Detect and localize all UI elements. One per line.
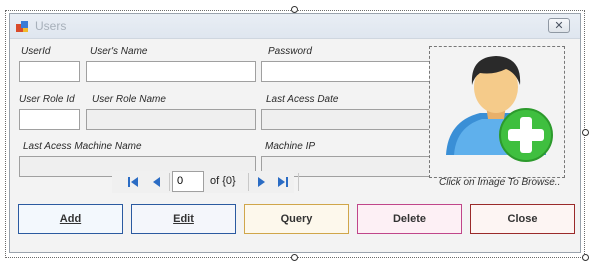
close-icon: ✕ [554, 19, 564, 32]
add-button[interactable]: Add [18, 204, 123, 234]
delete-button-label: Delete [392, 213, 427, 225]
userid-label: UserId [21, 46, 51, 57]
previous-record-icon[interactable] [149, 174, 165, 190]
record-count-label: of {0} [210, 175, 236, 187]
navigator-separator [248, 173, 249, 191]
app-icon [16, 21, 28, 32]
role-id-field[interactable] [19, 109, 80, 130]
delete-button[interactable]: Delete [357, 204, 462, 234]
navigator-separator [169, 173, 170, 191]
query-button[interactable]: Query [244, 204, 349, 234]
resize-handle-right[interactable] [582, 129, 589, 136]
add-button-label: Add [59, 213, 82, 225]
first-record-icon[interactable] [125, 174, 141, 190]
record-navigator: 0 of {0} [112, 171, 299, 193]
edit-button[interactable]: Edit [131, 204, 236, 234]
close-button[interactable]: Close [470, 204, 575, 234]
add-user-icon [446, 56, 553, 162]
query-button-label: Query [280, 213, 313, 225]
close-button-label: Close [507, 213, 538, 225]
user-name-field[interactable] [86, 61, 256, 82]
title-bar: Users ✕ [10, 14, 580, 39]
password-label: Password [268, 46, 312, 57]
userid-field[interactable] [19, 61, 80, 82]
resize-handle-top[interactable] [291, 6, 298, 13]
machine-ip-label: Machine IP [265, 141, 316, 152]
navigator-separator [298, 173, 299, 191]
resize-handle-bottom[interactable] [291, 254, 298, 261]
edit-button-label: Edit [173, 213, 194, 225]
role-name-label: User Role Name [92, 94, 166, 105]
next-record-icon[interactable] [253, 174, 269, 190]
user-name-label: User's Name [90, 46, 148, 57]
user-picture-box[interactable] [429, 46, 565, 178]
last-record-icon[interactable] [275, 174, 291, 190]
last-access-date-field[interactable] [261, 109, 431, 130]
window-close-button[interactable]: ✕ [548, 18, 570, 33]
window-title: Users [35, 19, 67, 33]
position-field[interactable]: 0 [172, 171, 204, 192]
role-name-field[interactable] [86, 109, 256, 130]
role-id-label: User Role Id [19, 94, 75, 105]
last-access-date-label: Last Acess Date [266, 94, 339, 105]
resize-handle-bottom-right[interactable] [582, 254, 589, 261]
last-access-machine-label: Last Acess Machine Name [23, 141, 142, 152]
browse-hint-text: Click on Image To Browse.. [439, 177, 561, 188]
password-field[interactable] [261, 61, 431, 82]
